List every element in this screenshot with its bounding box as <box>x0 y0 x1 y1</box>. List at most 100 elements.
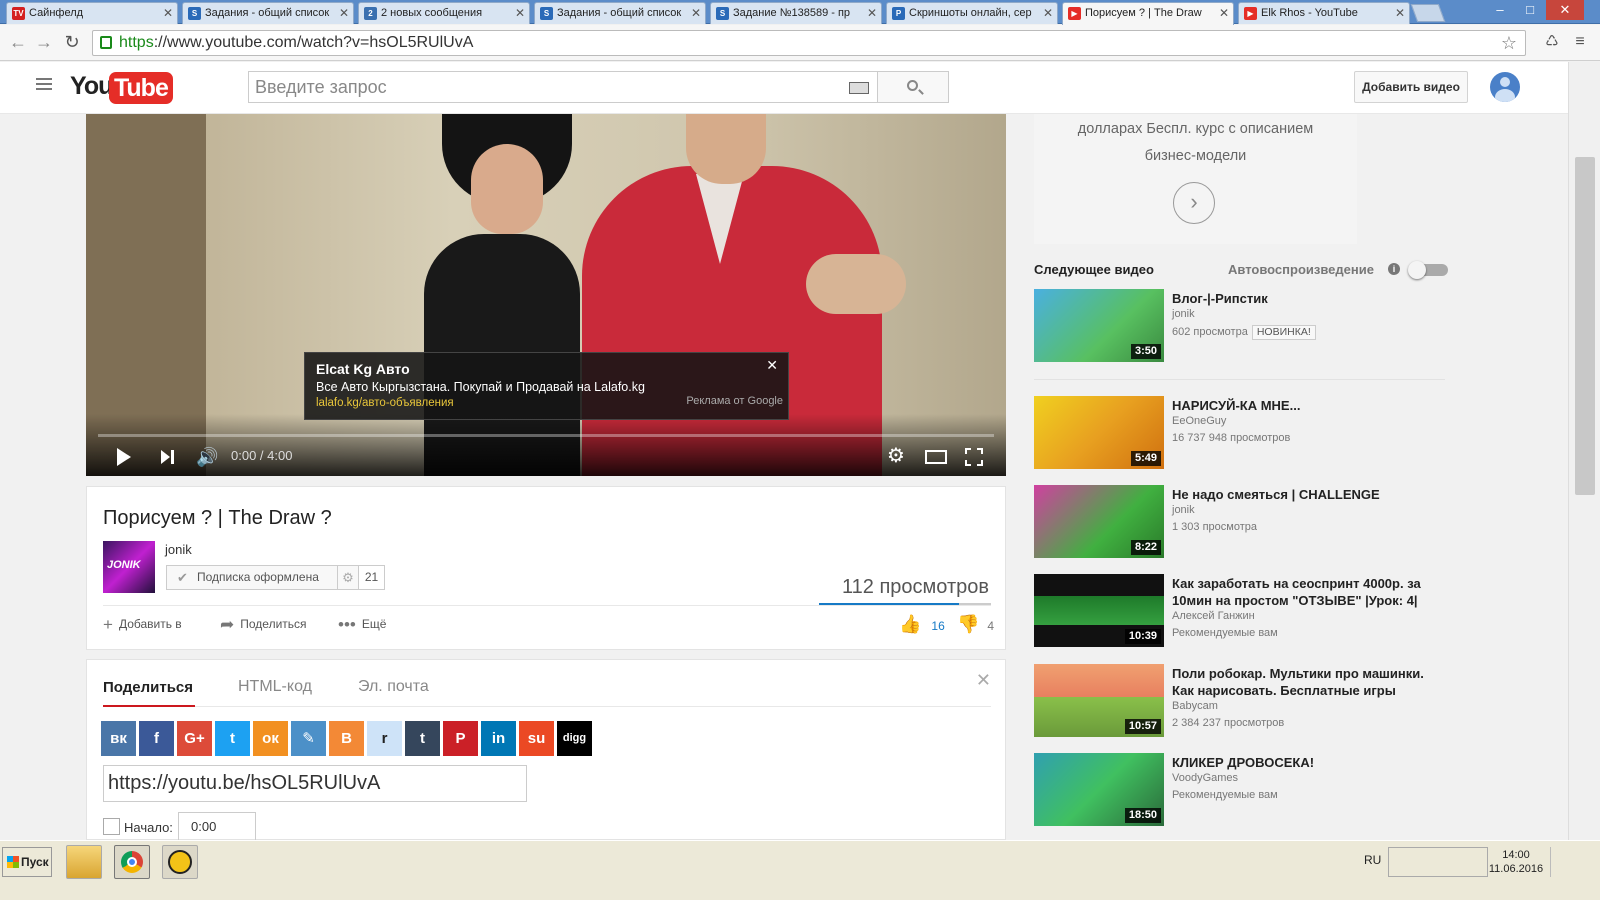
more-button[interactable]: ••• Ещё <box>338 616 386 633</box>
forward-icon[interactable]: → <box>32 31 56 55</box>
related-video[interactable]: 5:49 НАРИСУЙ-КА МНЕ... EeOneGuy 16 737 948 … <box>1034 396 1445 470</box>
related-video-title[interactable]: Как заработать на сеоспринт 4000р. за 10… <box>1172 575 1442 609</box>
address-bar[interactable]: https://www.youtube.com/watch?v=hsOL5RUl… <box>92 30 1526 56</box>
related-video[interactable]: 10:39 Как заработать на сеоспринт 4000р. … <box>1034 574 1445 648</box>
chrome-taskbar-icon[interactable] <box>114 845 150 879</box>
fullscreen-icon[interactable] <box>965 448 983 466</box>
show-desktop-button[interactable] <box>1550 847 1578 877</box>
share-vk-icon[interactable]: вк <box>101 721 136 756</box>
browser-tab[interactable]: S Задания - общий список ✕ <box>534 2 706 24</box>
sidebar-ad[interactable]: долларах Беспл. курс с описанием бизнес-… <box>1034 114 1357 244</box>
share-button[interactable]: ➦ Поделиться <box>220 616 307 633</box>
related-video-title[interactable]: НАРИСУЙ-КА МНЕ... <box>1172 397 1442 414</box>
video-thumbnail[interactable]: 5:49 <box>1034 396 1164 469</box>
page-scrollbar[interactable] <box>1568 62 1600 840</box>
clock[interactable]: 14:00 11.06.2016 <box>1488 848 1544 876</box>
channel-name[interactable]: jonik <box>165 542 192 557</box>
theater-mode-icon[interactable] <box>925 450 947 464</box>
account-avatar[interactable] <box>1490 72 1520 102</box>
minimize-button[interactable]: – <box>1486 0 1514 20</box>
search-button[interactable] <box>877 71 949 103</box>
related-video[interactable]: 8:22 Не надо смеяться | CHALLENGE jonik 1 3… <box>1034 485 1445 559</box>
start-button[interactable]: Пуск <box>2 847 52 877</box>
add-to-button[interactable]: + Добавить в <box>103 616 182 633</box>
reload-icon[interactable]: ↻ <box>60 31 84 55</box>
close-icon[interactable]: ✕ <box>976 670 991 691</box>
keyboard-icon[interactable] <box>849 82 869 94</box>
dislike-button[interactable]: 👎 4 <box>957 614 994 635</box>
video-player[interactable]: Elcat Kg Авто Все Авто Кыргызстана. Поку… <box>86 114 1006 476</box>
ad-description[interactable]: Все Авто Кыргызстана. Покупай и Продавай… <box>316 380 645 394</box>
tab-close-icon[interactable]: ✕ <box>867 3 877 23</box>
subscription-settings-icon[interactable]: ⚙ <box>337 565 359 590</box>
bookmark-star-icon[interactable]: ☆ <box>1501 31 1517 55</box>
tab-close-icon[interactable]: ✕ <box>515 3 525 23</box>
share-digg-icon[interactable]: digg <box>557 721 592 756</box>
share-blogger-icon[interactable]: B <box>329 721 364 756</box>
share-stumbleupon-icon[interactable]: su <box>519 721 554 756</box>
settings-gear-icon[interactable]: ⚙ <box>887 446 905 466</box>
maximize-button[interactable]: □ <box>1516 0 1544 20</box>
start-time-checkbox[interactable] <box>103 818 120 835</box>
app-taskbar-icon[interactable] <box>162 845 198 879</box>
share-reddit-icon[interactable]: r <box>367 721 402 756</box>
subscribed-button[interactable]: ✔ Подписка оформлена <box>166 565 338 590</box>
browser-tab[interactable]: ▶ Elk Rhos - YouTube ✕ <box>1238 2 1410 24</box>
ad-title[interactable]: Elcat Kg Авто <box>316 361 410 377</box>
share-url-field[interactable]: https://youtu.be/hsOL5RUlUvA <box>103 765 527 802</box>
explorer-taskbar-icon[interactable] <box>66 845 102 879</box>
browser-tab[interactable]: ▶ Порисуем ? | The Draw ✕ <box>1062 2 1234 25</box>
system-tray[interactable] <box>1388 847 1488 877</box>
related-video[interactable]: 3:50 Влог-|-Рипстик jonik 602 просмотра НОВИ… <box>1034 289 1445 363</box>
tab-close-icon[interactable]: ✕ <box>1219 3 1229 23</box>
video-thumbnail[interactable]: 18:50 <box>1034 753 1164 826</box>
logo-tube[interactable]: Tube <box>109 72 173 104</box>
related-video-title[interactable]: Влог-|-Рипстик <box>1172 290 1442 307</box>
share-odnoklassniki-icon[interactable]: ок <box>253 721 288 756</box>
tab-close-icon[interactable]: ✕ <box>1043 3 1053 23</box>
tab-email[interactable]: Эл. почта <box>358 678 429 696</box>
volume-icon[interactable]: 🔊 <box>196 447 218 467</box>
video-thumbnail[interactable]: 3:50 <box>1034 289 1164 362</box>
chevron-right-icon[interactable]: › <box>1173 182 1215 224</box>
guide-menu-icon[interactable] <box>36 78 52 90</box>
tab-embed[interactable]: HTML-код <box>238 678 312 696</box>
logo-you[interactable]: You <box>70 72 113 101</box>
close-window-button[interactable]: ✕ <box>1546 0 1584 20</box>
language-indicator[interactable]: RU <box>1364 853 1381 867</box>
like-button[interactable]: 👍 16 <box>899 614 945 635</box>
autoplay-toggle[interactable] <box>1408 261 1448 279</box>
tab-close-icon[interactable]: ✕ <box>691 3 701 23</box>
extension-icon[interactable]: ♺ <box>1540 31 1564 55</box>
next-icon[interactable] <box>161 450 175 464</box>
share-google-plus-icon[interactable]: G+ <box>177 721 212 756</box>
share-linkedin-icon[interactable]: in <box>481 721 516 756</box>
browser-tab[interactable]: TV Сайнфелд ✕ <box>6 2 178 24</box>
tab-share[interactable]: Поделиться <box>103 679 193 696</box>
tab-close-icon[interactable]: ✕ <box>339 3 349 23</box>
overlay-ad[interactable]: Elcat Kg Авто Все Авто Кыргызстана. Поку… <box>304 352 789 420</box>
tab-close-icon[interactable]: ✕ <box>163 3 173 23</box>
related-video-title[interactable]: Поли робокар. Мультики про машинки. Как … <box>1172 665 1442 699</box>
related-video-title[interactable]: Не надо смеяться | CHALLENGE <box>1172 486 1442 503</box>
browser-tab[interactable]: S Задание №138589 - пр ✕ <box>710 2 882 24</box>
search-input[interactable]: Введите запрос <box>248 71 878 103</box>
share-tumblr-icon[interactable]: t <box>405 721 440 756</box>
info-icon[interactable]: i <box>1388 263 1400 275</box>
browser-tab[interactable]: S Задания - общий список ✕ <box>182 2 354 24</box>
upload-button[interactable]: Добавить видео <box>1354 71 1468 103</box>
play-icon[interactable] <box>117 448 131 466</box>
share-pinterest-icon[interactable]: P <box>443 721 478 756</box>
related-video[interactable]: 18:50 КЛИКЕР ДРОВОСЕКА! VoodyGames Рекоменд… <box>1034 753 1445 827</box>
start-time-input[interactable]: 0:00 <box>178 812 256 841</box>
progress-bar[interactable] <box>98 434 994 437</box>
video-thumbnail[interactable]: 10:39 <box>1034 574 1164 647</box>
share-facebook-icon[interactable]: f <box>139 721 174 756</box>
menu-icon[interactable]: ≡ <box>1568 31 1592 55</box>
channel-avatar[interactable]: JONIK <box>103 541 155 593</box>
related-video[interactable]: 10:57 Поли робокар. Мультики про машинки.… <box>1034 664 1445 738</box>
tab-close-icon[interactable]: ✕ <box>1395 3 1405 23</box>
ad-close-icon[interactable]: ✕ <box>766 357 778 374</box>
related-video-title[interactable]: КЛИКЕР ДРОВОСЕКА! <box>1172 754 1442 771</box>
video-thumbnail[interactable]: 10:57 <box>1034 664 1164 737</box>
